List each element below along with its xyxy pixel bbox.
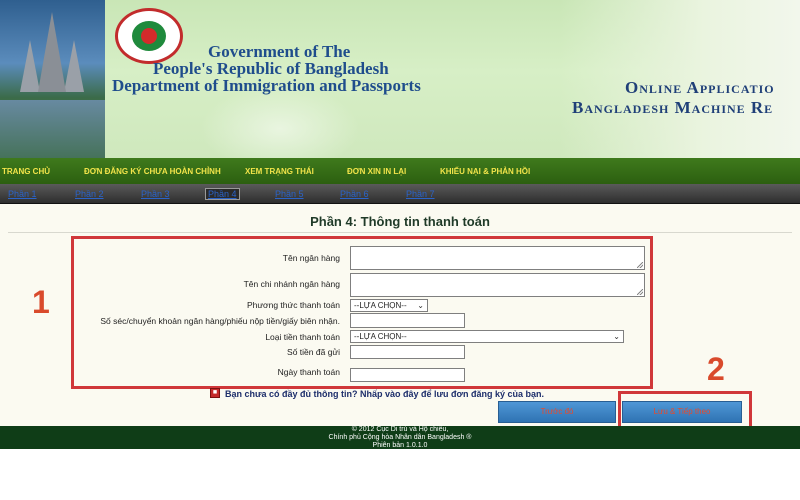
tab-part-5[interactable]: Phần 5 [275, 189, 304, 199]
previous-button[interactable]: Trước đó [498, 401, 616, 423]
header-banner: Government of The People's Republic of B… [0, 0, 800, 158]
tab-part-4[interactable]: Phần 4 [205, 188, 240, 200]
tab-part-1[interactable]: Phần 1 [8, 189, 37, 199]
tab-part-3[interactable]: Phần 3 [141, 189, 170, 199]
step-tabs: Phần 1 Phần 2 Phần 3 Phần 4 Phần 5 Phần … [0, 184, 800, 204]
tab-part-7[interactable]: Phần 7 [406, 189, 435, 199]
main-nav: TRANG CHỦ ĐƠN ĐĂNG KÝ CHƯA HOÀN CHỈNH XE… [0, 158, 800, 184]
gov-title-line3: Department of Immigration and Passports [112, 76, 421, 95]
title-divider [8, 232, 792, 233]
app-title-line1: Online Applicatio [625, 78, 775, 97]
nav-item-feedback[interactable]: KHIẾU NẠI & PHẢN HỒI [440, 167, 530, 176]
app-title-line2: Bangladesh Machine Re [572, 98, 774, 117]
government-seal-icon [115, 8, 183, 64]
tab-part-6[interactable]: Phần 6 [340, 189, 369, 199]
monument-photo [0, 0, 105, 158]
annotation-marker-2: 2 [707, 351, 725, 387]
annotation-marker-1: 1 [32, 284, 50, 320]
annotation-frame-1 [71, 236, 653, 389]
nav-item-reprint[interactable]: ĐƠN XIN IN LẠI [347, 167, 406, 176]
footer-version: Phiên bản 1.0.1.0 [372, 442, 428, 449]
nav-item-home[interactable]: TRANG CHỦ [2, 167, 50, 176]
save-draft-link[interactable]: Bạn chưa có đầy đủ thông tin? Nhấp vào đ… [225, 389, 544, 399]
nav-item-incomplete[interactable]: ĐƠN ĐĂNG KÝ CHƯA HOÀN CHỈNH [84, 167, 221, 176]
nav-item-status[interactable]: XEM TRẠNG THÁI [245, 167, 314, 176]
footer-copyright: © 2012 Cục Di trú và Hộ chiếu, [351, 426, 449, 433]
footer-government: Chính phủ Cộng hòa Nhân dân Bangladesh ® [328, 434, 472, 441]
warning-icon: ■ [210, 388, 220, 398]
footer: © 2012 Cục Di trú và Hộ chiếu, Chính phủ… [0, 426, 800, 449]
page-title: Phần 4: Thông tin thanh toán [310, 214, 490, 229]
tab-part-2[interactable]: Phần 2 [75, 189, 104, 199]
